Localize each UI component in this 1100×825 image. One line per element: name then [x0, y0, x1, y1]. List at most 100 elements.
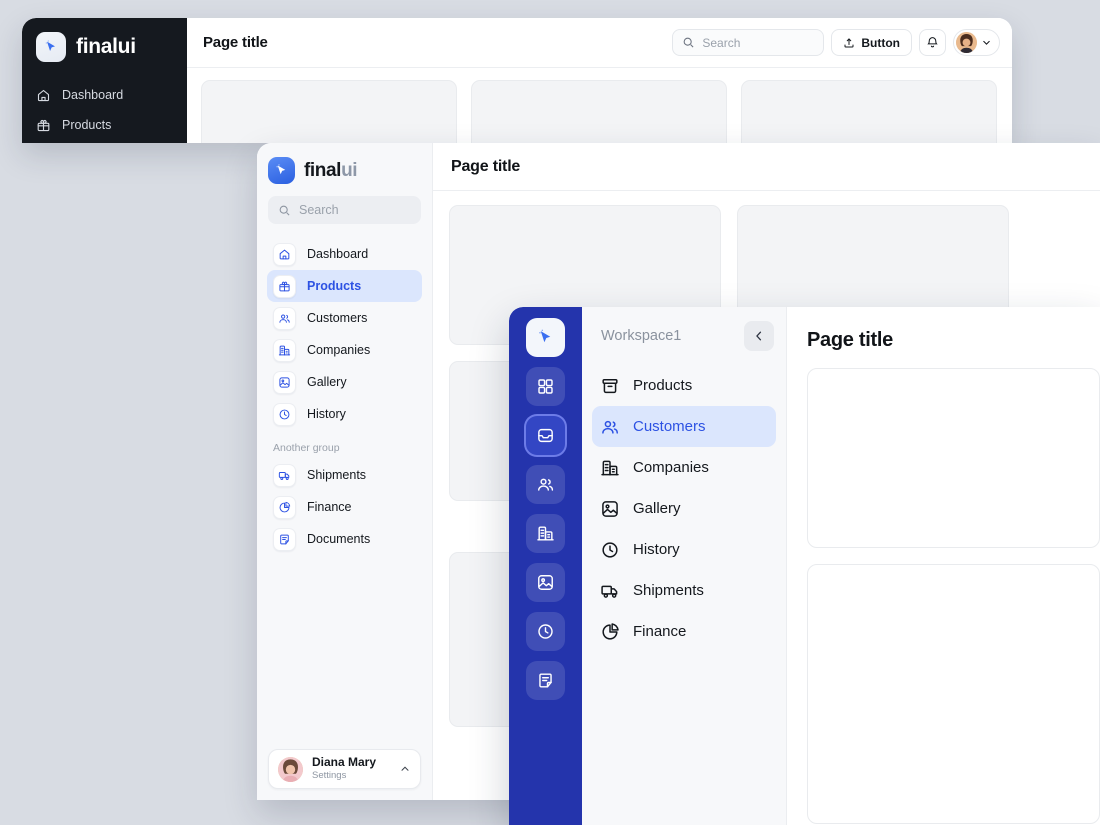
menu-item-customers[interactable]: Customers — [592, 406, 776, 447]
gift-icon — [36, 118, 51, 133]
w3-main: Page title — [787, 307, 1100, 825]
menu-item-finance[interactable]: Finance — [592, 611, 776, 652]
chevron-up-icon[interactable] — [399, 763, 411, 775]
w2-logo[interactable]: finalui — [257, 143, 432, 184]
users-icon — [536, 475, 555, 494]
avatar-menu[interactable] — [953, 29, 1000, 56]
sidebar-item-label: Customers — [307, 311, 368, 325]
placeholder-card — [741, 80, 997, 143]
search-input[interactable]: Search — [268, 196, 421, 224]
rail-button-users[interactable] — [526, 465, 565, 504]
sidebar-item-label: Shipments — [307, 468, 367, 482]
w1-main: Page title Search Button — [187, 18, 1012, 143]
placeholder-card — [807, 564, 1100, 824]
page-title: Page title — [451, 157, 521, 175]
notifications-button[interactable] — [919, 29, 946, 56]
avatar — [956, 32, 977, 53]
w2-logo-secondary: ui — [341, 159, 358, 181]
sidebar-item-label: Products — [307, 279, 362, 293]
sidebar-item-label: Documents — [307, 532, 371, 546]
upload-icon — [843, 37, 855, 49]
sidebar-item-finance[interactable]: Finance — [267, 491, 422, 523]
menu-item-label: Companies — [633, 459, 709, 476]
upload-button[interactable]: Button — [831, 29, 912, 56]
w2-nav: Dashboard Products Customers Companies Galle… — [257, 238, 432, 555]
image-icon — [536, 573, 555, 592]
building-icon — [273, 338, 296, 362]
page-title: Page title — [807, 329, 893, 351]
sidebar-item-label: History — [307, 407, 346, 421]
sidebar-item-dashboard[interactable]: Dashboard — [22, 80, 187, 110]
user-card[interactable]: Diana Mary Settings — [268, 749, 421, 789]
home-icon — [273, 242, 296, 266]
user-card-text: Diana Mary Settings — [312, 755, 376, 782]
document-icon — [536, 671, 555, 690]
upload-button-label: Button — [861, 35, 900, 50]
bell-icon — [926, 36, 939, 49]
rail-button-document[interactable] — [526, 661, 565, 700]
window-one: finalui DashboardProductsCustomersCompan… — [22, 18, 1012, 143]
user-name: Diana Mary — [312, 755, 377, 770]
menu-item-history[interactable]: History — [592, 529, 776, 570]
sidebar-item-history[interactable]: History — [267, 398, 422, 430]
rail-button-clock[interactable] — [526, 612, 565, 651]
archive-icon — [600, 376, 620, 396]
w2-topbar: Page title — [433, 143, 1100, 191]
w1-nav: DashboardProductsCustomersCompaniesGalle… — [22, 80, 187, 143]
sidebar-item-label: Dashboard — [62, 88, 124, 102]
workspace-logo-button[interactable] — [526, 318, 565, 357]
avatar — [278, 756, 303, 782]
menu-item-label: Finance — [633, 623, 687, 640]
sidebar-item-label: Dashboard — [307, 247, 369, 261]
rail-button-inbox[interactable] — [526, 416, 565, 455]
menu-item-label: History — [633, 541, 680, 558]
sidebar-item-dashboard[interactable]: Dashboard — [267, 238, 422, 270]
menu-item-label: Shipments — [633, 582, 704, 599]
w1-logo-text: finalui — [76, 35, 136, 58]
w1-logo[interactable]: finalui — [22, 18, 187, 62]
menu-item-shipments[interactable]: Shipments — [592, 570, 776, 611]
menu-item-label: Gallery — [633, 500, 681, 517]
w2-logo-text: finalui — [304, 159, 358, 182]
sidebar-item-label: Gallery — [307, 375, 347, 389]
w1-content-cards — [187, 68, 1012, 143]
sidebar-group-label: Another group — [273, 442, 340, 454]
rail-button-grid[interactable] — [526, 367, 565, 406]
menu-item-companies[interactable]: Companies — [592, 447, 776, 488]
sidebar-item-shipments[interactable]: Shipments — [267, 459, 422, 491]
sidebar-item-companies[interactable]: Companies — [267, 334, 422, 366]
grid-icon — [536, 377, 555, 396]
truck-icon — [273, 463, 296, 487]
menu-item-products[interactable]: Products — [592, 365, 776, 406]
home-icon — [36, 88, 51, 103]
sidebar-item-label: Finance — [307, 500, 352, 514]
rail-button-building[interactable] — [526, 514, 565, 553]
sidebar-item-label: Companies — [307, 343, 371, 357]
sidebar-item-customers[interactable]: Customers — [22, 140, 187, 143]
w3-nav: Products Customers Companies Gallery History… — [582, 365, 786, 652]
placeholder-card — [471, 80, 727, 143]
collapse-sidebar-button[interactable] — [744, 321, 774, 351]
sidebar-item-gallery[interactable]: Gallery — [267, 366, 422, 398]
w2-sidebar: finalui Search Dashboard Products Customer… — [257, 143, 433, 800]
sidebar-item-products[interactable]: Products — [22, 110, 187, 140]
sidebar-item-customers[interactable]: Customers — [267, 302, 422, 334]
sidebar-item-documents[interactable]: Documents — [267, 523, 422, 555]
w3-content-cards — [787, 352, 1100, 824]
truck-icon — [600, 581, 620, 601]
w3-icon-rail — [509, 307, 582, 825]
workspace-label: Workspace1 — [601, 328, 682, 344]
w3-menu-panel: Workspace1 Products Customers Companies Gal… — [582, 307, 787, 825]
sidebar-item-products[interactable]: Products — [267, 270, 422, 302]
chevron-down-icon — [981, 37, 992, 48]
users-icon — [273, 306, 296, 330]
rail-button-image[interactable] — [526, 563, 565, 602]
search-icon — [682, 36, 695, 49]
users-icon — [600, 417, 620, 437]
pie-chart-icon — [273, 495, 296, 519]
cursor-logo-icon — [268, 157, 295, 184]
menu-item-gallery[interactable]: Gallery — [592, 488, 776, 529]
building-icon — [536, 524, 555, 543]
search-input[interactable]: Search — [672, 29, 825, 56]
window-three: Page title Workspace1 Products Customers C… — [509, 307, 1100, 825]
